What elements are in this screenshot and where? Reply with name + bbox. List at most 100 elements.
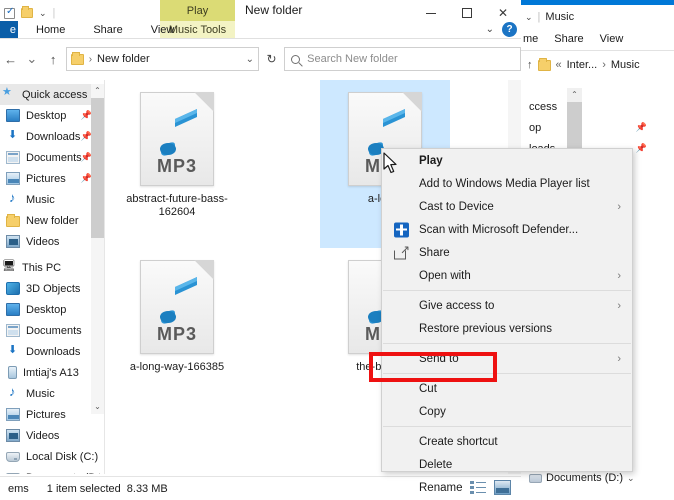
- sidebar-item-downloads-pc[interactable]: Downloads: [0, 341, 100, 362]
- forward-button[interactable]: ⌄: [21, 46, 42, 72]
- chevron-down-icon[interactable]: ⌄: [246, 54, 254, 65]
- context-menu[interactable]: Play Add to Windows Media Player list Ca…: [381, 148, 633, 494]
- address-bar-row[interactable]: ← ⌄ ↑ › New folder ⌄ ↻ Search New folder: [0, 44, 521, 74]
- sidebar-item-new-folder[interactable]: New folder: [0, 210, 100, 231]
- sidebar-item-videos-pc[interactable]: Videos: [0, 425, 100, 446]
- quick-access-toolbar[interactable]: ⌄ |: [4, 4, 55, 22]
- background-breadcrumb-parent[interactable]: Inter...: [567, 59, 598, 71]
- sidebar-item-desktop[interactable]: Desktop 📌: [0, 105, 100, 126]
- menu-item-scan-with-defender[interactable]: Scan with Microsoft Defender...: [382, 218, 632, 241]
- toolbar-separator: |: [537, 11, 541, 23]
- chevron-down-icon[interactable]: ⌄: [486, 24, 494, 35]
- menu-item-label: Scan with Microsoft Defender...: [419, 223, 579, 236]
- sidebar-item-pictures-pc[interactable]: Pictures: [0, 404, 100, 425]
- menu-item-rename[interactable]: Rename: [382, 476, 632, 499]
- chevron-right-icon: ›: [617, 299, 621, 312]
- breadcrumb-separator: ›: [88, 53, 93, 65]
- ribbon-tabs[interactable]: Home Share View: [22, 21, 188, 38]
- pin-icon: 📌: [635, 122, 647, 132]
- sidebar-item-label: Documents (D:): [26, 472, 100, 475]
- background-address-bar[interactable]: ↑ « Inter... › Music: [527, 54, 674, 76]
- chevron-down-icon[interactable]: ⌄: [91, 400, 104, 414]
- status-selection: 1 item selected: [46, 482, 121, 495]
- sidebar-item-quick-access[interactable]: Quick access: [0, 84, 100, 105]
- sidebar-item-documents-d[interactable]: Documents (D:) ⌄: [0, 467, 100, 474]
- sidebar-item-music-pc[interactable]: Music: [0, 383, 100, 404]
- sidebar-item-3d-objects[interactable]: 3D Objects: [0, 278, 100, 299]
- sidebar-item-downloads[interactable]: Downloads 📌: [0, 126, 100, 147]
- scrollbar-thumb[interactable]: [91, 98, 104, 238]
- nav-pane-scrollbar[interactable]: ⌃ ⌄: [91, 84, 104, 414]
- minimize-button[interactable]: [413, 0, 449, 26]
- ribbon-right-controls[interactable]: ⌄ ?: [486, 22, 517, 37]
- menu-item-delete[interactable]: Delete: [382, 453, 632, 476]
- breadcrumb-overflow-icon[interactable]: «: [556, 59, 562, 71]
- menu-item-cast-to-device[interactable]: Cast to Device ›: [382, 195, 632, 218]
- 3d-objects-icon: [6, 282, 20, 295]
- menu-item-add-to-wmp-list[interactable]: Add to Windows Media Player list: [382, 172, 632, 195]
- menu-item-restore-previous-versions[interactable]: Restore previous versions: [382, 317, 632, 340]
- menu-item-open-with[interactable]: Open with ›: [382, 264, 632, 287]
- up-button[interactable]: ↑: [42, 46, 63, 72]
- sidebar-item-phone[interactable]: Imtiaj's A13: [0, 362, 100, 383]
- checkbox-icon[interactable]: [4, 6, 15, 19]
- sidebar-item-label: This PC: [22, 261, 62, 274]
- chevron-down-icon[interactable]: ⌄: [39, 8, 47, 19]
- search-icon: [291, 54, 301, 64]
- tab-file[interactable]: e: [0, 21, 18, 38]
- menu-item-create-shortcut[interactable]: Create shortcut: [382, 430, 632, 453]
- menu-item-give-access-to[interactable]: Give access to ›: [382, 294, 632, 317]
- search-input[interactable]: Search New folder: [284, 47, 521, 71]
- file-item[interactable]: MP3 a-long-way-166385: [112, 248, 242, 416]
- background-breadcrumb-current[interactable]: Music: [611, 59, 640, 71]
- background-tab-home[interactable]: me: [523, 33, 538, 45]
- chevron-up-icon[interactable]: ⌃: [91, 84, 104, 98]
- navigation-pane[interactable]: Quick access Desktop 📌 Downloads 📌 Docum…: [0, 84, 100, 474]
- background-ribbon-tabs[interactable]: me Share View: [521, 28, 674, 50]
- menu-divider: [383, 373, 631, 374]
- share-icon: [394, 242, 410, 259]
- sidebar-item-music[interactable]: Music: [0, 189, 100, 210]
- sidebar-item-pictures[interactable]: Pictures 📌: [0, 168, 100, 189]
- back-button[interactable]: ←: [0, 46, 21, 72]
- folder-icon[interactable]: [21, 6, 33, 18]
- background-nav-item-0[interactable]: ccess: [521, 96, 674, 117]
- file-name-label: a-long-way-166385: [129, 361, 225, 373]
- menu-item-send-to[interactable]: Send to ›: [382, 347, 632, 370]
- menu-item-share[interactable]: Share: [382, 241, 632, 264]
- help-icon[interactable]: ?: [502, 22, 517, 37]
- sidebar-item-local-disk-c[interactable]: Local Disk (C:): [0, 446, 100, 467]
- refresh-button[interactable]: ↻: [259, 47, 284, 71]
- sidebar-item-this-pc[interactable]: This PC: [0, 257, 100, 278]
- breadcrumb-current[interactable]: New folder: [97, 53, 150, 65]
- disk-icon: [6, 472, 20, 474]
- folder-icon: [6, 213, 20, 227]
- music-note-icon: [160, 109, 197, 156]
- documents-icon: [6, 151, 20, 164]
- menu-item-copy[interactable]: Copy: [382, 400, 632, 423]
- background-quick-access-toolbar[interactable]: ⌄ | Music: [521, 8, 674, 26]
- up-arrow-icon[interactable]: ↑: [527, 59, 533, 71]
- tab-share[interactable]: Share: [79, 24, 136, 36]
- menu-item-play[interactable]: Play: [382, 149, 632, 172]
- maximize-button[interactable]: [449, 0, 485, 26]
- tab-view[interactable]: View: [137, 24, 189, 36]
- background-title-bar: [521, 0, 674, 5]
- sidebar-item-videos[interactable]: Videos: [0, 231, 100, 252]
- chevron-down-icon[interactable]: ⌄: [90, 472, 98, 474]
- sidebar-item-documents[interactable]: Documents 📌: [0, 147, 100, 168]
- background-nav-label: op: [529, 121, 542, 134]
- background-tab-share[interactable]: Share: [554, 33, 583, 45]
- file-item[interactable]: MP3 abstract-future-bass-162604: [112, 80, 242, 248]
- chevron-down-icon[interactable]: ⌄: [525, 12, 533, 23]
- tab-play[interactable]: Play: [160, 0, 235, 21]
- tab-home[interactable]: Home: [22, 24, 79, 36]
- menu-item-cut[interactable]: Cut: [382, 377, 632, 400]
- sidebar-item-desktop-pc[interactable]: Desktop: [0, 299, 100, 320]
- address-bar[interactable]: › New folder ⌄: [65, 47, 260, 71]
- background-nav-item-1[interactable]: op 📌: [521, 117, 674, 138]
- sidebar-item-documents-pc[interactable]: Documents: [0, 320, 100, 341]
- background-tab-view[interactable]: View: [600, 33, 624, 45]
- chevron-up-icon[interactable]: ⌃: [567, 88, 582, 102]
- status-items-count: ems: [8, 482, 29, 495]
